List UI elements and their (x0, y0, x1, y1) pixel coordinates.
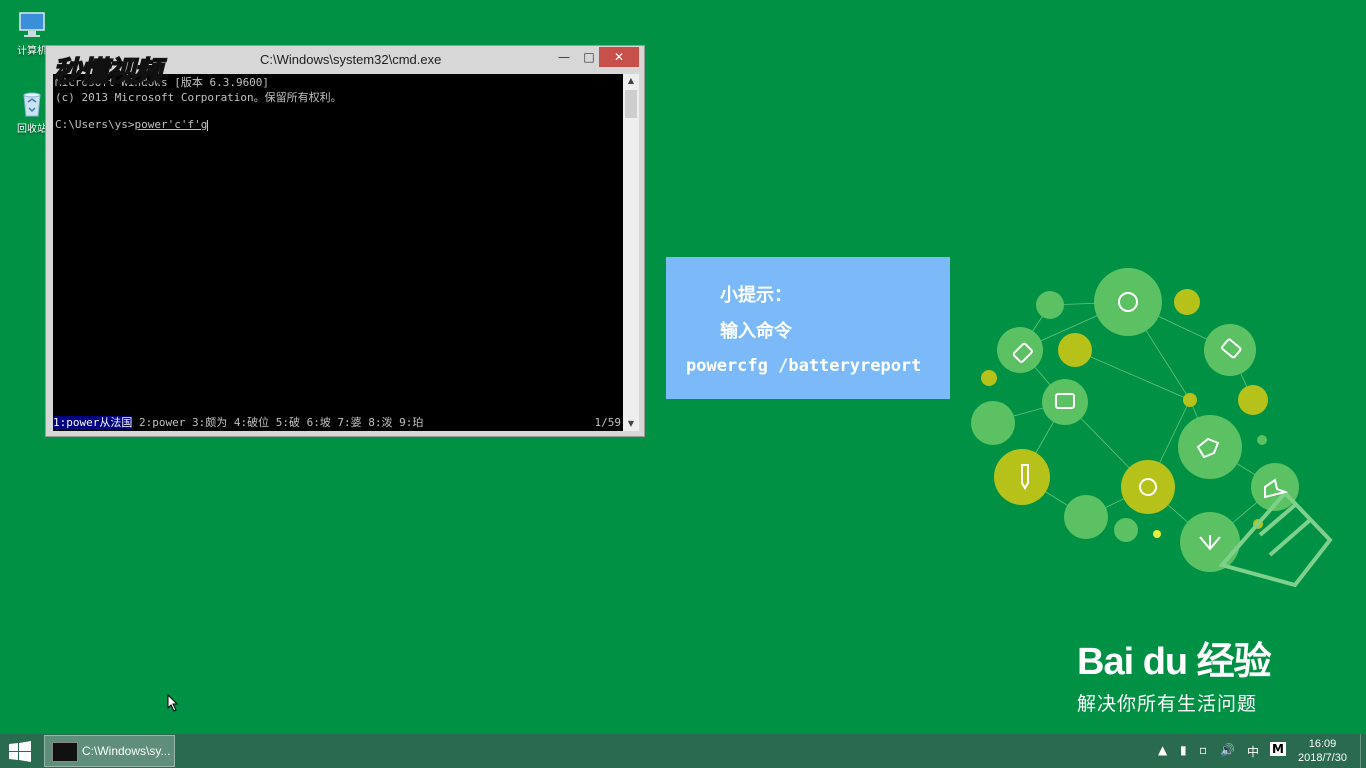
minimize-icon: — (558, 50, 570, 64)
computer-icon (17, 10, 47, 40)
battery-icon[interactable]: ▮ (1180, 743, 1187, 757)
start-button[interactable] (8, 741, 32, 763)
ime-candidates[interactable]: 2:power 3:颇为 4:破位 5:破 6:坡 7:婆 8:泼 9:珀 (132, 416, 423, 429)
show-hidden-icons-button[interactable]: ▲ (1158, 743, 1167, 757)
lightbulb-illustration (960, 265, 1340, 609)
scrollbar-thumb[interactable] (625, 90, 637, 118)
scroll-down-icon[interactable]: ▼ (623, 417, 639, 431)
volume-icon[interactable]: 🔊 (1220, 743, 1235, 757)
baidu-logo: Bai du 经验 (1077, 641, 1272, 683)
console-typed-input: power'c'f'g (134, 118, 208, 131)
baidu-slogan: 解决你所有生活问题 (1077, 693, 1258, 715)
taskbar-item-cmd[interactable]: C:\Windows\sy... (44, 735, 175, 767)
maximize-icon: □ (583, 50, 595, 64)
baidu-jingyan-brand: Bai du 经验 解决你所有生活问题 (1077, 630, 1272, 716)
cmd-window[interactable]: C:\Windows\system32\cmd.exe — □ ✕ Micros… (45, 45, 645, 437)
cmd-console[interactable]: Microsoft Windows [版本 6.3.9600] (c) 2013… (53, 74, 623, 431)
tip-title: 小提示： (720, 285, 792, 306)
tip-command: powercfg /batteryreport (686, 356, 922, 376)
ime-mode-button[interactable]: M (1270, 742, 1286, 756)
clock-time: 16:09 (1308, 738, 1337, 750)
minimize-button[interactable]: — (551, 47, 577, 67)
taskbar: C:\Windows\sy... ▲ ▮ ▫ 🔊 中 M 16:09 2018/… (0, 734, 1366, 768)
show-desktop-button[interactable] (1360, 734, 1366, 768)
console-line: (c) 2013 Microsoft Corporation。保留所有权利。 (55, 91, 342, 104)
close-button[interactable]: ✕ (599, 47, 639, 67)
console-prompt-line: C:\Users\ys>power'c'f'g (55, 118, 209, 131)
console-prompt: C:\Users\ys> (55, 118, 135, 131)
scroll-up-icon[interactable]: ▲ (623, 74, 639, 88)
close-icon: ✕ (613, 50, 625, 64)
text-cursor (207, 119, 209, 131)
ime-page-indicator: 1/59 (594, 416, 622, 429)
ime-candidate-selected[interactable]: 1:power从法国 (53, 416, 133, 429)
recycle-bin-icon (17, 88, 47, 118)
ime-language-indicator[interactable]: 中 (1247, 743, 1259, 760)
network-signal-icon[interactable]: ▫ (1199, 743, 1207, 757)
clock-date: 2018/7/30 (1298, 752, 1347, 764)
ime-candidate-bar[interactable]: 1:power从法国 2:power 3:颇为 4:破位 5:破 6:坡 7:婆… (53, 415, 623, 431)
taskbar-item-label: C:\Windows\sy... (82, 744, 171, 758)
vertical-scrollbar[interactable]: ▲ ▼ (623, 74, 639, 431)
mouse-pointer-icon (167, 693, 179, 716)
cmd-icon (52, 742, 78, 762)
windows-logo-icon (9, 741, 31, 762)
video-watermark-logo: 秒懂视频 (52, 54, 163, 89)
tip-box: 小提示： 输入命令 powercfg /batteryreport (666, 257, 950, 399)
taskbar-clock[interactable]: 16:09 2018/7/30 (1298, 737, 1347, 765)
cmd-window-title: C:\Windows\system32\cmd.exe (260, 52, 442, 67)
tip-instruction: 输入命令 (720, 321, 792, 342)
